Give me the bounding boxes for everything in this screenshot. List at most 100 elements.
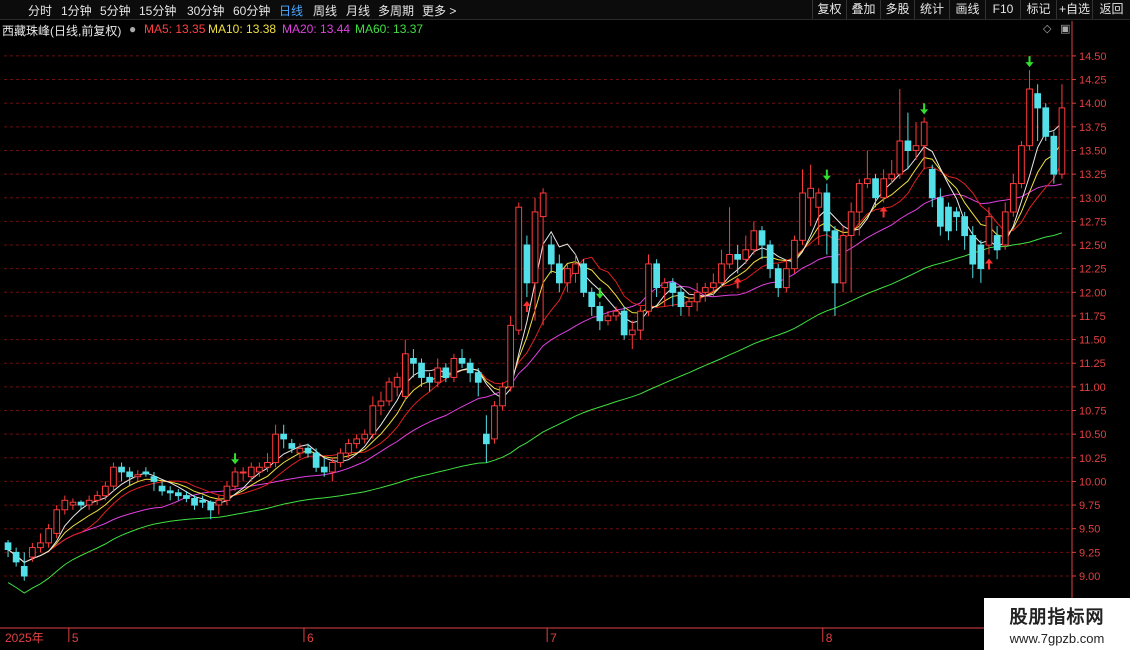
candle-body (774, 268, 782, 289)
kline-chart[interactable]: 14.50 14.25 14.00 13.75 13.50 13.25 13.00 12.75… (0, 0, 1130, 650)
candle-body (142, 471, 150, 475)
y-tick-label: 9.00 (1079, 571, 1100, 583)
candle-body (701, 287, 709, 293)
y-tick-label: 11.00 (1079, 382, 1106, 394)
candle-body (288, 443, 296, 449)
candle-body (442, 367, 450, 378)
candle-body (920, 121, 928, 147)
candle-body (1010, 183, 1017, 213)
candle-body (458, 358, 466, 364)
candle-body (1034, 93, 1042, 109)
candle-body (53, 509, 61, 534)
candle-body (434, 367, 442, 383)
candle-body (815, 192, 823, 208)
candle-body (539, 192, 547, 218)
candle-body (896, 140, 904, 175)
candle-body (377, 400, 385, 407)
x-tick-label: 5 (72, 631, 79, 645)
buy-signal-arrow-icon (920, 103, 929, 115)
candle-body (247, 466, 255, 478)
candle-body (628, 329, 636, 336)
candle-body (256, 466, 263, 473)
candle-body (175, 492, 182, 497)
candle-body (693, 291, 701, 303)
candle-body (491, 405, 498, 440)
watermark-url: www.7gpzb.com (1009, 631, 1105, 646)
candle-body (110, 466, 117, 487)
y-tick-label: 13.75 (1079, 122, 1107, 134)
candle-body (928, 168, 936, 199)
candle-body (207, 501, 215, 511)
candle-body (937, 197, 944, 227)
candle-body (953, 211, 960, 218)
candle-body (264, 462, 271, 468)
candle-body (1026, 88, 1033, 147)
y-tick-label: 9.25 (1079, 547, 1100, 559)
candle-body (418, 362, 425, 378)
y-tick-label: 11.50 (1079, 335, 1106, 347)
candle-body (807, 187, 814, 199)
candle-body (783, 268, 790, 289)
candle-body (239, 471, 247, 474)
candle-body (969, 235, 977, 265)
candle-body (361, 433, 369, 440)
candle-body (272, 433, 279, 464)
ma5-line (7, 122, 1063, 563)
y-tick-label: 10.50 (1079, 429, 1107, 441)
candle-body (1018, 145, 1025, 184)
candle-body (1050, 135, 1058, 175)
candle-body (474, 372, 482, 383)
candle-body (20, 566, 28, 577)
candle-body (872, 178, 879, 199)
candle-body (280, 433, 287, 440)
candle-body (620, 310, 628, 336)
watermark-title: 股朋指标网 (1009, 607, 1105, 627)
site-watermark: 股朋指标网 www.7gpzb.com (984, 598, 1130, 650)
y-tick-label: 9.50 (1079, 524, 1100, 536)
y-tick-label: 12.50 (1079, 240, 1107, 252)
y-tick-label: 10.75 (1079, 406, 1107, 418)
candle-body (612, 310, 620, 317)
candle-body (369, 405, 377, 435)
candle-body (118, 466, 125, 473)
candle-body (426, 376, 433, 383)
candle-body (150, 476, 158, 482)
candle-body (888, 173, 896, 180)
candle-body (215, 499, 223, 506)
candle-body (766, 244, 774, 270)
y-tick-label: 11.75 (1079, 311, 1106, 323)
candle-body (556, 263, 563, 284)
candle-body (45, 528, 52, 544)
candle-body (839, 235, 847, 284)
candle-body (402, 353, 409, 397)
candle-body (126, 471, 134, 478)
candle-body (312, 452, 320, 468)
candle-body (604, 315, 612, 322)
candle-body (385, 381, 393, 402)
candle-body (758, 230, 766, 246)
candle-body (596, 306, 604, 322)
candle-body (134, 474, 142, 478)
y-tick-label: 14.00 (1079, 98, 1107, 110)
candle-body (677, 291, 685, 307)
candle-body (588, 291, 596, 307)
candle-body (880, 178, 887, 199)
y-tick-label: 13.50 (1079, 145, 1107, 157)
candle-body (77, 501, 85, 506)
candle-body (791, 239, 798, 270)
y-tick-label: 10.25 (1079, 453, 1107, 465)
candle-body (961, 216, 968, 237)
candle-body (158, 485, 166, 492)
candle-body (710, 282, 717, 289)
candle-body (637, 310, 644, 331)
candle-body (864, 178, 871, 185)
x-tick-label: 6 (307, 631, 314, 645)
candle-body (661, 282, 669, 289)
candle-body (904, 140, 912, 151)
candle-body (1042, 107, 1050, 137)
candle-body (223, 485, 231, 501)
candle-body (750, 230, 758, 251)
candle-body (320, 466, 328, 473)
candle-body (69, 501, 77, 506)
y-tick-label: 13.25 (1079, 169, 1107, 181)
